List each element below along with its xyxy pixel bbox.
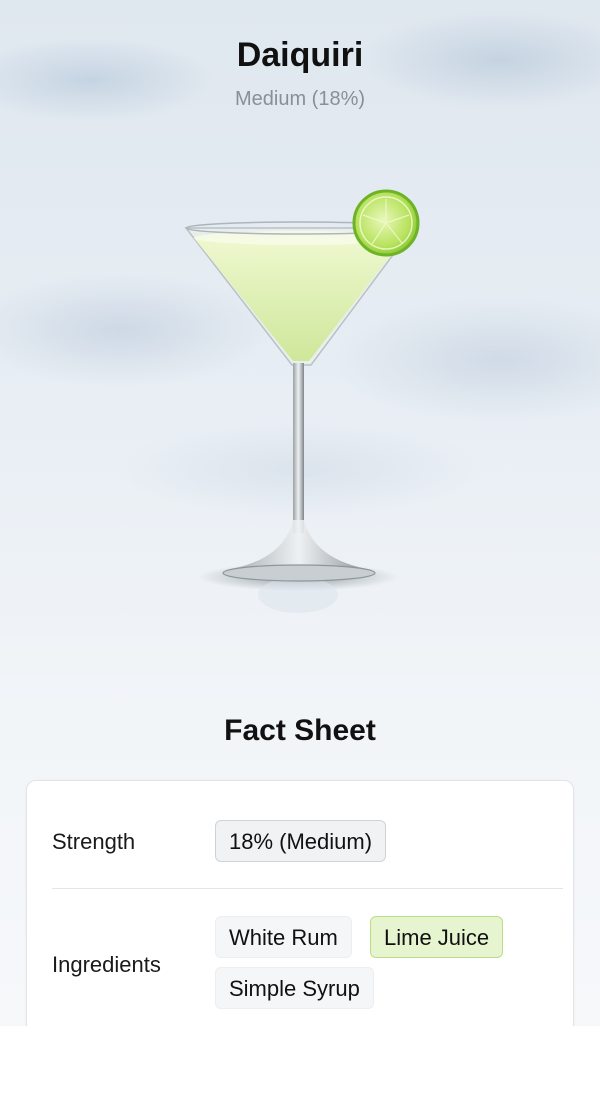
drink-title: Daiquiri — [236, 36, 364, 74]
fact-sheet-title: Fact Sheet — [224, 714, 376, 747]
strength-label: Strength — [52, 829, 136, 854]
row-divider — [52, 888, 563, 889]
fact-sheet-card: Strength 18% (Medium) Ingredients White … — [26, 780, 574, 1042]
ingredient-chip-white-rum[interactable]: White Rum — [215, 916, 352, 958]
bottom-blank-area — [0, 1026, 600, 1115]
cocktail-glass-image — [184, 189, 420, 613]
drink-strength-subtitle: Medium (18%) — [234, 88, 366, 110]
strength-value-chip[interactable]: 18% (Medium) — [215, 820, 387, 862]
ingredients-label: Ingredients — [52, 952, 161, 977]
ingredient-chip-simple-syrup[interactable]: Simple Syrup — [215, 967, 374, 1009]
hero-background: Daiquiri Medium (18%) Fact Sheet Strengt… — [0, 0, 600, 1042]
ingredient-chip-lime-juice[interactable]: Lime Juice — [370, 916, 504, 958]
